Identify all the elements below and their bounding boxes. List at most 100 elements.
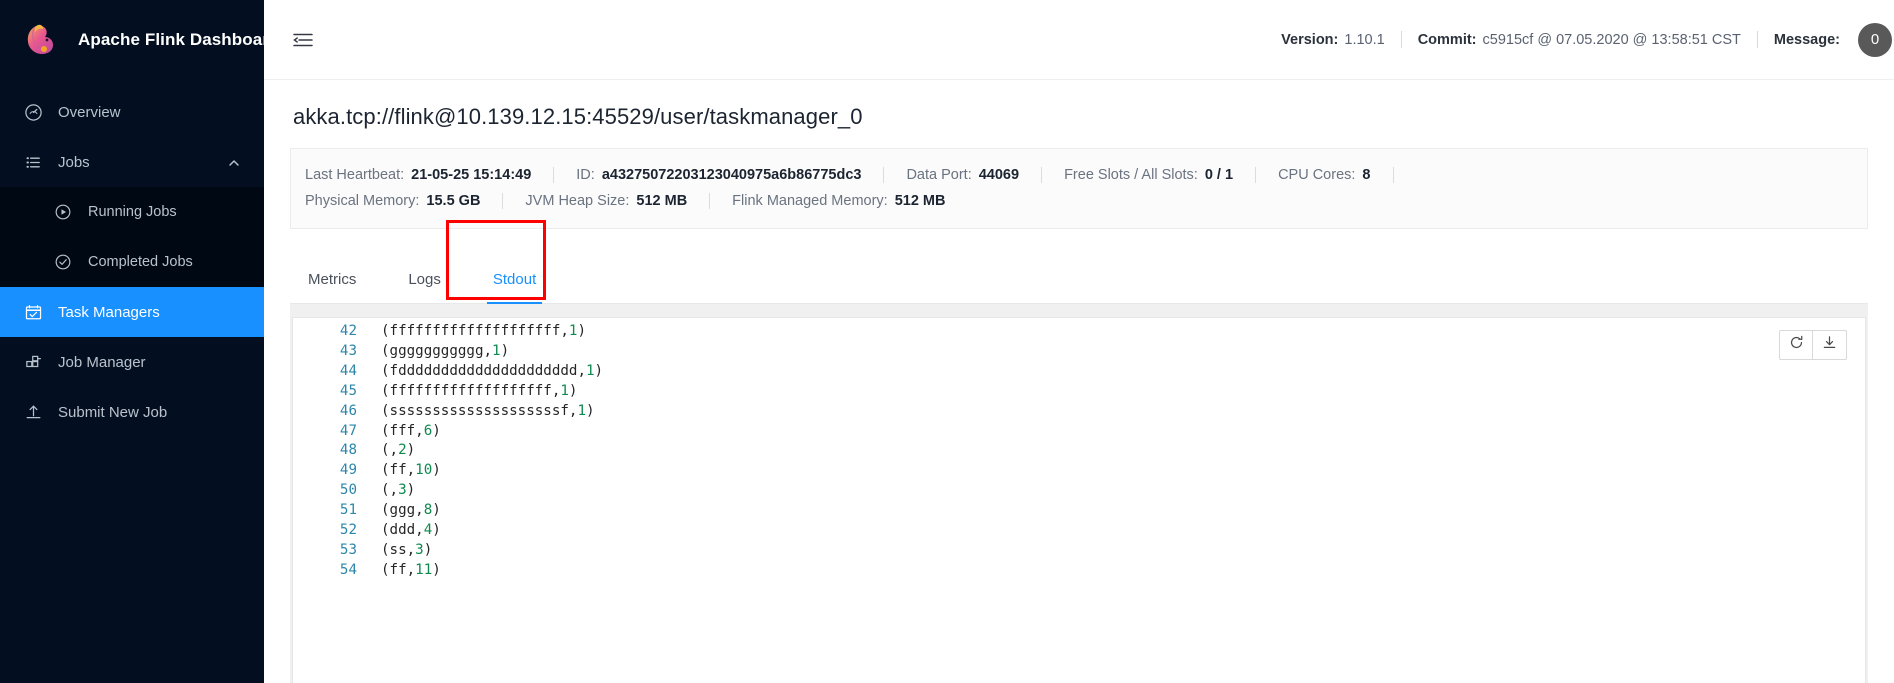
log-line-count: 6 <box>423 422 433 439</box>
sidebar-nav: Overview Jobs Running Jobs Completed Job… <box>0 87 264 437</box>
tab-metrics[interactable]: Metrics <box>306 271 358 303</box>
calendar-check-icon <box>22 301 44 323</box>
info-last-heartbeat: Last Heartbeat: 21-05-25 15:14:49 <box>305 167 531 183</box>
sidebar-item-submit-new-job[interactable]: Submit New Job <box>0 387 264 437</box>
log-line-text: (ff,10) <box>381 462 441 479</box>
log-line: 44 (fddddddddddddddddddddd,1) <box>293 362 1865 382</box>
sidebar-item-label: Overview <box>58 103 121 121</box>
sidebar-item-label: Completed Jobs <box>88 254 193 270</box>
log-line-count: 2 <box>398 442 407 459</box>
log-line-number: 54 <box>339 561 357 578</box>
log-line-count: 3 <box>398 482 407 499</box>
flink-squirrel-logo-icon <box>22 20 62 60</box>
log-line-text: (fffffffffffffffffff,1) <box>381 382 578 399</box>
sidebar-item-job-manager[interactable]: Job Manager <box>0 337 264 387</box>
list-icon <box>22 151 44 173</box>
info-key: JVM Heap Size: <box>525 193 630 209</box>
log-line-number: 50 <box>339 482 357 499</box>
play-circle-icon <box>52 201 74 223</box>
download-icon <box>1822 335 1837 355</box>
info-key: Free Slots / All Slots: <box>1064 167 1198 183</box>
log-line: 53 (ss,3) <box>293 541 1865 561</box>
info-key: Flink Managed Memory: <box>732 193 888 209</box>
check-circle-icon <box>52 251 74 273</box>
log-line-number: 52 <box>339 522 357 539</box>
sidebar-item-label: Running Jobs <box>88 204 177 220</box>
sidebar-item-label: Jobs <box>58 153 90 171</box>
stdout-code-area[interactable]: 42 (ffffffffffffffffffff,1) 43 (ggggggggggg… <box>293 322 1865 581</box>
log-line-number: 42 <box>339 323 357 339</box>
log-line-number: 43 <box>339 342 357 359</box>
info-value: 0 / 1 <box>1204 167 1234 183</box>
divider <box>709 193 711 209</box>
info-key: CPU Cores: <box>1278 167 1356 183</box>
log-line-text: (,2) <box>381 442 416 459</box>
dashboard-icon <box>22 101 44 123</box>
log-line-number: 44 <box>339 362 357 379</box>
log-line-count: 1 <box>560 382 569 399</box>
log-line-count: 4 <box>423 522 433 539</box>
log-line-text: (ss,3) <box>381 541 433 558</box>
sidebar-subnav-jobs: Running Jobs Completed Jobs <box>0 187 264 287</box>
log-line-number: 53 <box>339 541 357 558</box>
blocks-icon <box>22 351 44 373</box>
sidebar-item-overview[interactable]: Overview <box>0 87 264 137</box>
info-value: a43275072203123040975a6b86775dc3 <box>601 167 862 183</box>
commit-label: Commit: <box>1417 31 1477 48</box>
sidebar-item-task-managers[interactable]: Task Managers <box>0 287 264 337</box>
log-line-text: (ggggggggggg,1) <box>381 342 510 359</box>
info-free-slots: Free Slots / All Slots: 0 / 1 <box>1064 167 1233 183</box>
divider <box>1392 167 1394 183</box>
info-id: ID: a43275072203123040975a6b86775dc3 <box>576 167 861 183</box>
log-line-text: (ggg,8) <box>381 502 441 519</box>
app-root: Apache Flink Dashboard Overview Jobs Run… <box>0 0 1894 683</box>
chevron-up-icon[interactable] <box>228 156 240 168</box>
page-title: akka.tcp://flink@10.139.12.15:45529/user… <box>293 104 863 129</box>
divider <box>1756 31 1758 48</box>
log-line: 47 (fff,6) <box>293 422 1865 442</box>
info-row-2: Physical Memory: 15.5 GB JVM Heap Size: … <box>291 188 1867 214</box>
version-label: Version: <box>1281 31 1339 48</box>
brand[interactable]: Apache Flink Dashboard <box>0 0 264 80</box>
reload-icon <box>1789 335 1804 355</box>
info-jvm-heap-size: JVM Heap Size: 512 MB <box>525 193 687 209</box>
info-cpu-cores: CPU Cores: 8 <box>1278 167 1370 183</box>
log-line: 52 (ddd,4) <box>293 521 1865 541</box>
commit-value: c5915cf @ 07.05.2020 @ 13:58:51 CST <box>1482 31 1741 48</box>
info-key: Last Heartbeat: <box>305 167 405 183</box>
log-line: 45 (fffffffffffffffffff,1) <box>293 382 1865 402</box>
divider <box>1041 167 1043 183</box>
hamburger-menu-icon[interactable] <box>290 27 316 53</box>
tab-logs[interactable]: Logs <box>406 271 443 303</box>
log-line-text: (ffffffffffffffffffff,1) <box>381 323 587 339</box>
info-value: 15.5 GB <box>426 193 481 209</box>
message-label: Message: <box>1773 31 1840 48</box>
info-value: 8 <box>1362 167 1371 183</box>
tab-bar: Metrics Logs Stdout <box>290 220 1868 304</box>
sidebar-item-completed-jobs[interactable]: Completed Jobs <box>0 237 264 287</box>
divider <box>1255 167 1257 183</box>
log-line-count: 1 <box>568 323 578 339</box>
topbar: Version: 1.10.1 Commit: c5915cf @ 07.05.… <box>264 0 1894 80</box>
divider <box>553 167 555 183</box>
log-line-count: 3 <box>415 541 424 558</box>
message-count-badge[interactable]: 0 <box>1858 22 1892 57</box>
sidebar-item-jobs[interactable]: Jobs <box>0 137 264 187</box>
log-line-number: 46 <box>339 402 357 419</box>
info-value: 21-05-25 15:14:49 <box>411 167 532 183</box>
reload-button[interactable] <box>1779 330 1813 360</box>
log-line-count: 1 <box>586 362 595 379</box>
stdout-log-panel: 42 (ffffffffffffffffffff,1) 43 (ggggggggggg… <box>292 317 1866 683</box>
info-data-port: Data Port: 44069 <box>906 167 1019 183</box>
sidebar-item-running-jobs[interactable]: Running Jobs <box>0 187 264 237</box>
content: akka.tcp://flink@10.139.12.15:45529/user… <box>264 80 1894 683</box>
download-button[interactable] <box>1813 330 1847 360</box>
log-line: 42 (ffffffffffffffffffff,1) <box>293 322 1865 342</box>
info-value: 512 MB <box>894 193 946 209</box>
tab-stdout[interactable]: Stdout <box>486 271 543 304</box>
log-line: 46 (ssssssssssssssssssssf,1) <box>293 402 1865 422</box>
log-line: 54 (ff,11) <box>293 561 1865 581</box>
log-line-text: (ff,11) <box>381 561 441 578</box>
log-line-number: 51 <box>339 502 357 519</box>
sidebar: Apache Flink Dashboard Overview Jobs Run… <box>0 0 264 683</box>
